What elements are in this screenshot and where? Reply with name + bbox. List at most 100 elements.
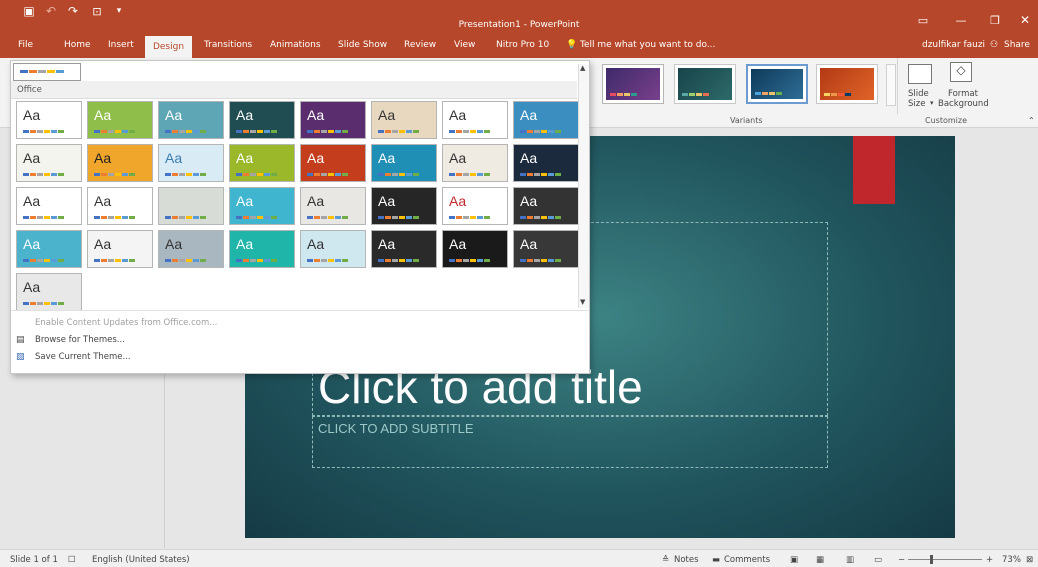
theme-color-strip — [236, 216, 277, 219]
theme-thumbnail[interactable]: Aa — [16, 187, 82, 225]
theme-color-strip — [23, 216, 64, 219]
variant-teal[interactable] — [674, 64, 736, 104]
user-name[interactable]: dzulfikar fauzi — [922, 40, 985, 50]
zoom-slider[interactable] — [908, 559, 982, 560]
variants-scrollbar[interactable] — [886, 64, 896, 106]
zoom-out-icon[interactable]: − — [898, 555, 905, 565]
language-label[interactable]: English (United States) — [92, 555, 190, 565]
slide-sorter-icon[interactable]: ▦ — [816, 555, 824, 565]
theme-thumbnail[interactable]: Aa — [300, 230, 366, 268]
paint-bucket-icon[interactable]: ◇ — [950, 62, 972, 82]
tab-slide-show[interactable]: Slide Show — [338, 40, 387, 50]
slide-size-label[interactable]: Slide — [908, 89, 929, 99]
theme-color-strip — [94, 130, 135, 133]
theme-thumbnail[interactable]: Aa — [87, 144, 153, 182]
theme-sample-text: Aa — [520, 150, 538, 166]
variant-purple[interactable] — [602, 64, 664, 104]
theme-thumbnail[interactable]: Aa — [158, 230, 224, 268]
tab-insert[interactable]: Insert — [108, 40, 134, 50]
theme-thumbnail[interactable]: Aa — [371, 144, 437, 182]
notes-button[interactable]: Notes — [674, 555, 699, 565]
save-theme-item[interactable]: Save Current Theme... — [35, 352, 131, 362]
tell-me-box[interactable]: Tell me what you want to do... — [580, 40, 715, 50]
tab-file[interactable]: File — [18, 40, 33, 50]
undo-icon[interactable]: ↶ — [44, 4, 58, 18]
theme-thumbnail[interactable]: Aa — [300, 101, 366, 139]
tab-animations[interactable]: Animations — [270, 40, 321, 50]
tab-design[interactable]: Design — [145, 36, 192, 58]
slide-subtitle[interactable]: CLICK TO ADD SUBTITLE — [318, 421, 474, 436]
theme-sample-text: Aa — [165, 107, 183, 123]
close-icon[interactable]: ✕ — [1018, 13, 1032, 27]
scroll-up-icon[interactable]: ▲ — [580, 64, 585, 72]
slideshow-icon[interactable]: ▭ — [874, 555, 882, 565]
theme-thumbnail[interactable]: Aa — [371, 187, 437, 225]
zoom-slider-thumb[interactable] — [930, 555, 933, 564]
theme-thumbnail[interactable]: Aa — [87, 101, 153, 139]
zoom-level[interactable]: 73% — [1002, 555, 1021, 565]
theme-thumbnail[interactable]: Aa — [158, 101, 224, 139]
theme-thumbnail[interactable]: Aa — [442, 230, 508, 268]
format-background-label-2[interactable]: Background — [938, 99, 989, 109]
theme-thumbnail[interactable]: Aa — [229, 101, 295, 139]
scroll-down-icon[interactable]: ▼ — [580, 298, 585, 306]
theme-thumbnail[interactable]: Aa — [229, 144, 295, 182]
restore-icon[interactable]: ❐ — [988, 14, 1002, 27]
theme-thumbnail[interactable]: Aa — [16, 144, 82, 182]
theme-thumbnail[interactable]: Aa — [16, 273, 82, 311]
theme-thumbnail[interactable]: Aa — [513, 187, 579, 225]
minimize-icon[interactable]: — — [954, 14, 968, 27]
theme-thumbnail[interactable]: Aa — [300, 187, 366, 225]
theme-color-strip — [449, 216, 490, 219]
normal-view-icon[interactable]: ▣ — [790, 555, 798, 565]
gallery-scrollbar[interactable]: ▲ ▼ — [578, 64, 589, 308]
theme-thumbnail[interactable]: Aa — [442, 187, 508, 225]
theme-sample-text: Aa — [165, 150, 183, 166]
redo-icon[interactable]: ↷ — [66, 4, 80, 18]
theme-thumbnail[interactable]: Aa — [16, 230, 82, 268]
theme-thumbnail[interactable]: Aa — [300, 144, 366, 182]
spellcheck-icon[interactable]: ☐ — [68, 555, 76, 565]
theme-thumbnail[interactable]: Aa — [158, 144, 224, 182]
tab-nitro[interactable]: Nitro Pro 10 — [496, 40, 549, 50]
theme-thumbnail[interactable]: Aa — [371, 101, 437, 139]
theme-thumbnail[interactable]: Aa — [16, 101, 82, 139]
theme-thumbnail[interactable]: Aa — [87, 187, 153, 225]
theme-thumbnail[interactable]: Aa — [442, 144, 508, 182]
browse-themes-item[interactable]: Browse for Themes... — [35, 335, 125, 345]
tab-view[interactable]: View — [454, 40, 475, 50]
variant-orange[interactable] — [816, 64, 878, 104]
save-icon[interactable]: ▣ — [22, 4, 36, 18]
share-button[interactable]: Share — [1004, 40, 1030, 50]
fit-slide-icon[interactable]: ⊠ — [1026, 555, 1033, 565]
theme-thumbnail[interactable]: Aa — [371, 230, 437, 268]
theme-thumbnail[interactable]: Aa — [229, 230, 295, 268]
slide-size-icon[interactable] — [908, 64, 932, 84]
comments-button[interactable]: Comments — [724, 555, 770, 565]
format-background-label[interactable]: Format — [948, 89, 978, 99]
slide-size-label-2[interactable]: Size — [908, 99, 925, 109]
theme-thumbnail[interactable] — [158, 187, 224, 225]
customize-toolbar-icon[interactable]: ▾ — [114, 5, 124, 17]
current-theme-thumbnail[interactable] — [13, 63, 81, 81]
theme-thumbnail[interactable]: Aa — [513, 101, 579, 139]
comments-icon[interactable]: ▬ — [712, 555, 720, 565]
theme-color-strip — [449, 173, 490, 176]
theme-thumbnail[interactable]: Aa — [442, 101, 508, 139]
tab-review[interactable]: Review — [404, 40, 436, 50]
theme-thumbnail[interactable]: Aa — [513, 230, 579, 268]
theme-thumbnail[interactable]: Aa — [513, 144, 579, 182]
zoom-in-icon[interactable]: + — [986, 555, 993, 565]
lightbulb-icon: 💡 — [566, 40, 578, 50]
tab-transitions[interactable]: Transitions — [204, 40, 252, 50]
variant-blue[interactable] — [746, 64, 808, 104]
section-header: Office — [11, 81, 577, 99]
theme-thumbnail[interactable]: Aa — [87, 230, 153, 268]
collapse-ribbon-icon[interactable]: ⌃ — [1028, 116, 1035, 125]
reading-view-icon[interactable]: ▥ — [846, 555, 854, 565]
theme-thumbnail[interactable]: Aa — [229, 187, 295, 225]
tab-home[interactable]: Home — [64, 40, 91, 50]
notes-icon[interactable]: ≙ — [662, 555, 669, 565]
start-from-beginning-icon[interactable]: ⊡ — [90, 5, 104, 18]
ribbon-display-options-icon[interactable]: ▭ — [916, 14, 930, 27]
